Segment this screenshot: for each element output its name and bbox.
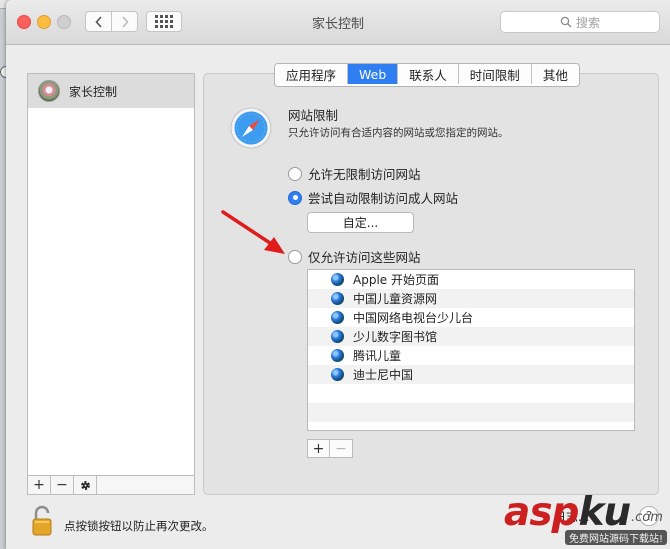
watermark: aspku .com 免费网站源码下载站! xyxy=(504,492,670,549)
sidebar-item-label: 家长控制 xyxy=(69,84,118,99)
lock-hint-text: 点按锁按钮以防止再次更改。 xyxy=(64,519,214,533)
site-label: 中国儿童资源网 xyxy=(353,292,438,306)
remove-site-button[interactable]: − xyxy=(330,440,352,457)
search-placeholder: 搜索 xyxy=(575,15,600,30)
list-item[interactable]: 中国儿童资源网 xyxy=(308,289,634,308)
sidebar-item-parental-controls[interactable]: 家长控制 xyxy=(28,74,194,108)
gear-icon xyxy=(80,480,90,490)
tab-web[interactable]: Web xyxy=(348,64,399,84)
allowed-sites-list[interactable]: Apple 开始页面 中国儿童资源网 中国网络电视台少儿台 少儿数字图书馆 腾讯… xyxy=(307,269,635,431)
option-unrestricted[interactable]: 允许无限制访问网站 xyxy=(288,164,421,183)
section-description: 只允许访问有合适内容的网站或您指定的网站。 xyxy=(288,127,509,139)
radio-limit-adult[interactable] xyxy=(288,190,302,205)
preferences-window: 家长控制 搜索 家长控制 + − 应用程序 Web 联系人 时间限制 其他 网站… xyxy=(6,0,670,549)
customize-button[interactable]: 自定... xyxy=(307,212,414,233)
title-bar: 家长控制 搜索 xyxy=(6,0,670,45)
sidebar-toolbar: + − xyxy=(27,475,195,495)
tab-contacts[interactable]: 联系人 xyxy=(398,64,459,84)
add-account-button[interactable]: + xyxy=(28,476,51,494)
avatar xyxy=(38,80,60,102)
watermark-domain: .com xyxy=(631,510,663,525)
site-label: Apple 开始页面 xyxy=(353,273,439,287)
globe-icon xyxy=(331,311,344,324)
option-limit-adult[interactable]: 尝试自动限制访问成人网站 xyxy=(288,188,458,207)
empty-row xyxy=(308,384,634,403)
tab-other[interactable]: 其他 xyxy=(531,64,579,84)
option-label: 允许无限制访问网站 xyxy=(308,167,421,182)
globe-icon xyxy=(331,368,344,381)
watermark-logo: aspku xyxy=(504,490,631,535)
tab-bar: 应用程序 Web 联系人 时间限制 其他 xyxy=(274,63,580,87)
empty-row xyxy=(308,403,634,422)
globe-icon xyxy=(331,273,344,286)
watermark-tagline: 免费网站源码下载站! xyxy=(565,530,668,545)
globe-icon xyxy=(331,349,344,362)
search-icon xyxy=(560,16,572,28)
option-label: 仅允许访问这些网站 xyxy=(308,250,421,265)
remove-account-button[interactable]: − xyxy=(51,476,74,494)
search-field[interactable]: 搜索 xyxy=(500,11,660,33)
list-item[interactable]: Apple 开始页面 xyxy=(308,270,634,289)
red-arrow-annotation xyxy=(221,210,285,254)
list-item[interactable]: 迪士尼中国 xyxy=(308,365,634,384)
safari-compass-icon xyxy=(230,107,272,149)
list-item[interactable]: 少儿数字图书馆 xyxy=(308,327,634,346)
site-label: 中国网络电视台少儿台 xyxy=(353,311,474,325)
tab-time-limits[interactable]: 时间限制 xyxy=(458,64,532,84)
list-item[interactable]: 腾讯儿童 xyxy=(308,346,634,365)
globe-icon xyxy=(331,292,344,305)
site-label: 腾讯儿童 xyxy=(353,349,402,363)
lock-icon[interactable] xyxy=(31,505,53,537)
account-list: 家长控制 xyxy=(27,73,195,495)
tab-apps[interactable]: 应用程序 xyxy=(275,64,349,84)
option-allowed-only[interactable]: 仅允许访问这些网站 xyxy=(288,247,421,266)
globe-icon xyxy=(331,330,344,343)
gear-button[interactable] xyxy=(74,476,97,494)
sites-toolbar: + − xyxy=(307,439,353,458)
add-site-button[interactable]: + xyxy=(308,440,330,457)
site-label: 迪士尼中国 xyxy=(353,368,414,382)
list-item[interactable]: 中国网络电视台少儿台 xyxy=(308,308,634,327)
site-label: 少儿数字图书馆 xyxy=(353,330,438,344)
option-label: 尝试自动限制访问成人网站 xyxy=(308,191,459,206)
radio-unrestricted[interactable] xyxy=(288,166,302,181)
section-title: 网站限制 xyxy=(288,108,339,123)
